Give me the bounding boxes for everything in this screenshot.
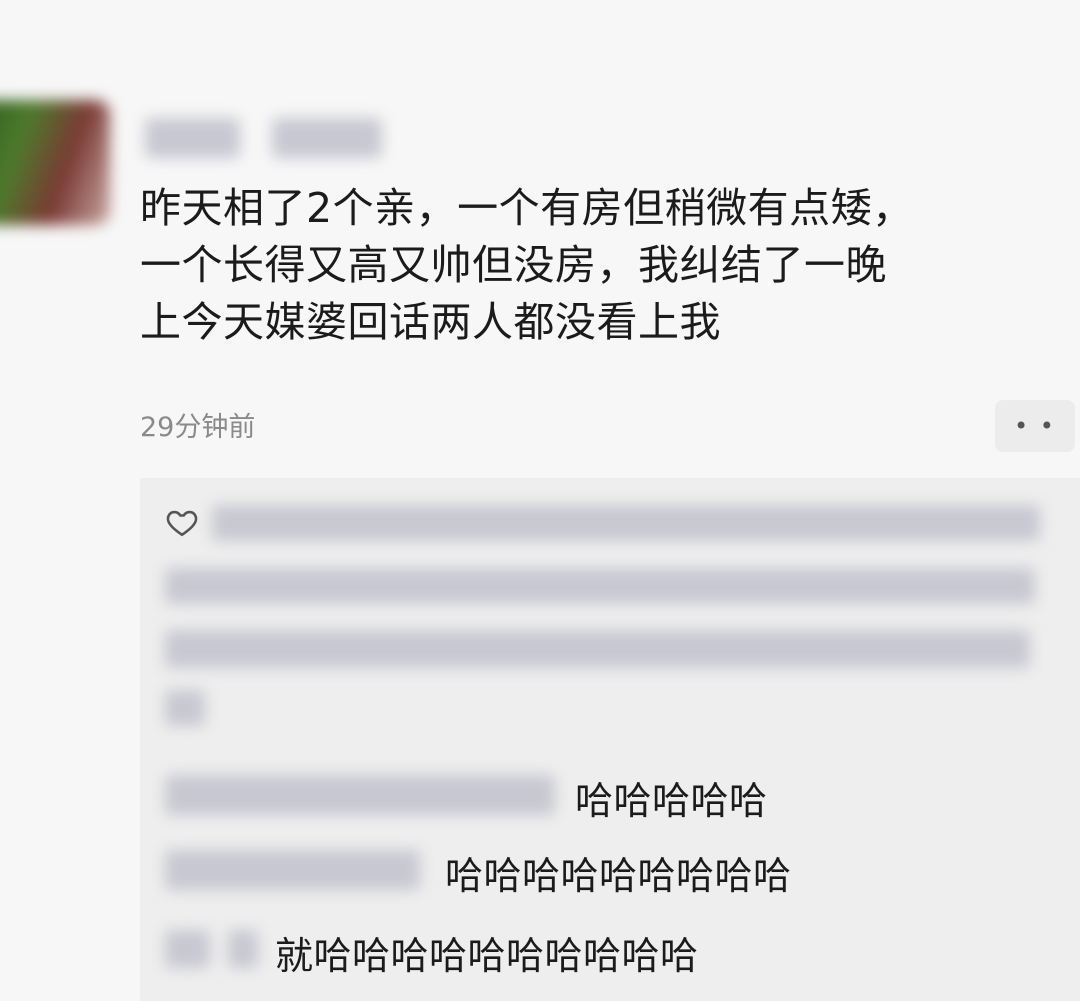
post-line: 一个长得又高又帅但没房，我纠结了一晚 [140,241,887,289]
post-text: 昨天相了2个亲，一个有房但稍微有点矮， 一个长得又高又帅但没房，我纠结了一晚 上… [140,180,1060,351]
more-options-button[interactable]: • • [995,400,1075,452]
more-dots-icon: • • [1014,412,1056,440]
comment-text: 就哈哈哈哈哈哈哈哈哈哈 [275,934,699,978]
username-blurred[interactable] [145,118,240,158]
likers-blurred [165,568,1035,604]
commenter-name-blurred[interactable] [165,930,210,968]
likers-blurred [212,505,1040,541]
heart-outline-icon[interactable] [165,505,199,539]
commenter-name-blurred[interactable] [165,775,555,815]
comment-text: 哈哈哈哈哈哈哈哈哈 [445,854,792,898]
post-line: 上今天媒婆回话两人都没看上我 [140,298,721,346]
likers-blurred [165,690,205,726]
commenter-name-blurred[interactable] [228,930,258,968]
user-meta-blurred [272,118,382,158]
likers-blurred [165,630,1030,668]
comment-text: 哈哈哈哈哈 [575,779,768,823]
user-avatar[interactable] [0,100,110,225]
commenter-name-blurred[interactable] [165,850,420,890]
comments-panel [140,478,1080,1001]
post-time: 29分钟前 [140,412,256,443]
post-line: 昨天相了2个亲，一个有房但稍微有点矮， [140,184,914,232]
